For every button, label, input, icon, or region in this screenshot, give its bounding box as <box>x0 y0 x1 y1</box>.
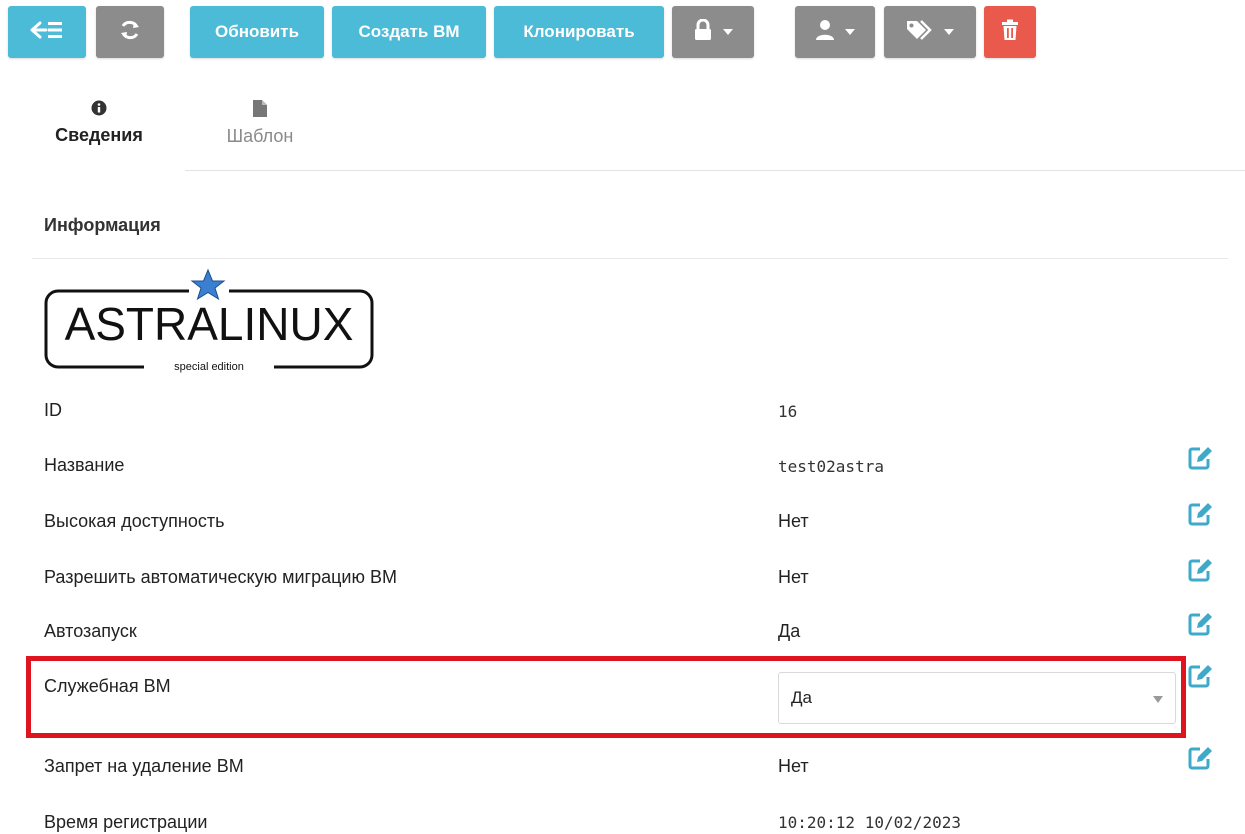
tab-template-label: Шаблон <box>226 126 294 146</box>
row-reg-time-label: Время регистрации <box>44 812 208 832</box>
edit-icon <box>1188 503 1212 526</box>
edit-name-icon[interactable] <box>1188 446 1214 470</box>
row-migration-label: Разрешить автоматическую миграцию ВМ <box>44 567 397 587</box>
row-delete-protect-label: Запрет на удаление ВМ <box>44 756 244 776</box>
row-ha-label: Высокая доступность <box>44 511 225 531</box>
os-logo: ASTRALINUX special edition <box>44 268 376 378</box>
edit-ha-icon[interactable] <box>1188 502 1214 526</box>
row-service-vm-label: Служебная ВМ <box>44 676 171 696</box>
row-migration-value: Нет <box>778 567 809 587</box>
service-vm-select[interactable]: Да <box>778 672 1176 724</box>
row-ha-value: Нет <box>778 511 809 531</box>
row-autostart-label: Автозапуск <box>44 621 137 641</box>
tab-details-label: Сведения <box>55 125 143 145</box>
tab-template[interactable]: Шаблон <box>212 100 308 147</box>
tabs-divider <box>185 170 1245 171</box>
tag-icon <box>906 19 934 46</box>
section-divider <box>32 258 1228 259</box>
edit-autostart-icon[interactable] <box>1188 612 1214 636</box>
row-autostart-value: Да <box>778 621 801 641</box>
lock-icon <box>693 18 713 46</box>
sync-icon <box>118 18 142 47</box>
back-to-list-button[interactable] <box>8 6 86 58</box>
sync-button[interactable] <box>96 6 164 58</box>
row-delete-protect-value: Нет <box>778 756 809 776</box>
edit-icon <box>1188 747 1212 770</box>
edit-icon <box>1188 665 1212 688</box>
edit-icon <box>1188 613 1212 636</box>
svg-text:ASTRALINUX: ASTRALINUX <box>65 298 354 350</box>
svg-text:special edition: special edition <box>174 361 244 373</box>
user-dropdown-button[interactable] <box>795 6 875 58</box>
create-vm-button[interactable]: Создать ВМ <box>332 6 486 58</box>
row-name-label: Название <box>44 455 125 475</box>
edit-delete-protect-icon[interactable] <box>1188 746 1214 770</box>
refresh-button[interactable]: Обновить <box>190 6 324 58</box>
caret-down-icon <box>1153 696 1163 703</box>
row-reg-time-value: 10:20:12 10/02/2023 <box>778 813 962 832</box>
delete-button[interactable] <box>984 6 1036 58</box>
row-id-value: 16 <box>778 402 798 421</box>
service-vm-select-value: Да <box>791 688 812 707</box>
caret-down-icon <box>723 29 733 35</box>
edit-migration-icon[interactable] <box>1188 558 1214 582</box>
caret-down-icon <box>845 29 855 35</box>
row-id-label: ID <box>44 400 62 420</box>
info-icon <box>42 100 156 121</box>
back-list-icon <box>30 19 64 46</box>
section-title: Информация <box>44 215 161 235</box>
tab-details[interactable]: Сведения <box>42 100 156 146</box>
file-icon <box>212 100 308 122</box>
edit-service-vm-icon[interactable] <box>1188 664 1214 688</box>
caret-down-icon <box>944 29 954 35</box>
tag-dropdown-button[interactable] <box>884 6 976 58</box>
trash-icon <box>1001 19 1019 46</box>
user-icon <box>815 19 835 46</box>
edit-icon <box>1188 447 1212 470</box>
row-name-value: test02astra <box>778 457 884 476</box>
clone-button[interactable]: Клонировать <box>494 6 664 58</box>
edit-icon <box>1188 559 1212 582</box>
lock-dropdown-button[interactable] <box>672 6 754 58</box>
